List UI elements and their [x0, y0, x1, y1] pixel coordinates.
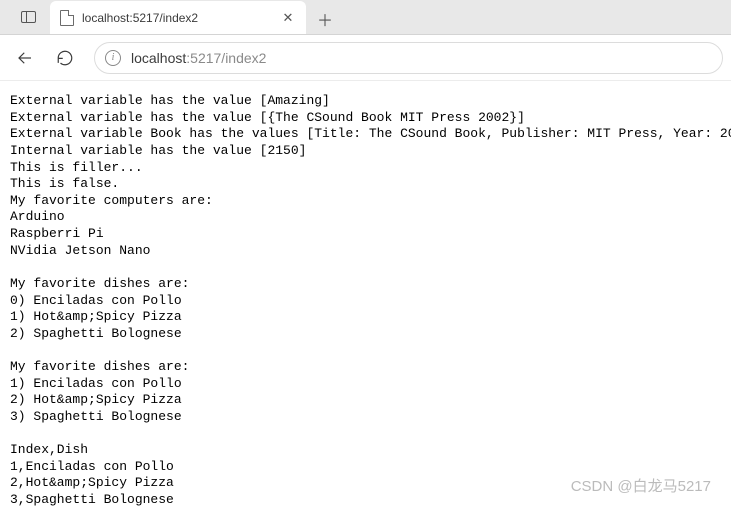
- url-host: localhost: [131, 50, 186, 66]
- browser-toolbar: i localhost:5217/index2: [0, 35, 731, 81]
- arrow-left-icon: [16, 49, 34, 67]
- browser-titlebar: localhost:5217/index2 ✕ ＋: [0, 0, 731, 35]
- close-tab-button[interactable]: ✕: [280, 10, 296, 26]
- back-button[interactable]: [8, 41, 42, 75]
- new-tab-button[interactable]: ＋: [310, 4, 340, 34]
- tab-title: localhost:5217/index2: [82, 11, 198, 25]
- refresh-icon: [56, 49, 74, 67]
- site-info-icon[interactable]: i: [105, 50, 121, 66]
- url-text: localhost:5217/index2: [131, 50, 266, 66]
- tabs-icon: [21, 11, 36, 23]
- page-content: External variable has the value [Amazing…: [0, 81, 731, 521]
- page-icon: [60, 10, 74, 26]
- url-path: :5217/index2: [186, 50, 266, 66]
- tab-actions-button[interactable]: [6, 0, 50, 34]
- address-bar[interactable]: i localhost:5217/index2: [94, 42, 723, 74]
- refresh-button[interactable]: [48, 41, 82, 75]
- browser-tab[interactable]: localhost:5217/index2 ✕: [50, 1, 306, 34]
